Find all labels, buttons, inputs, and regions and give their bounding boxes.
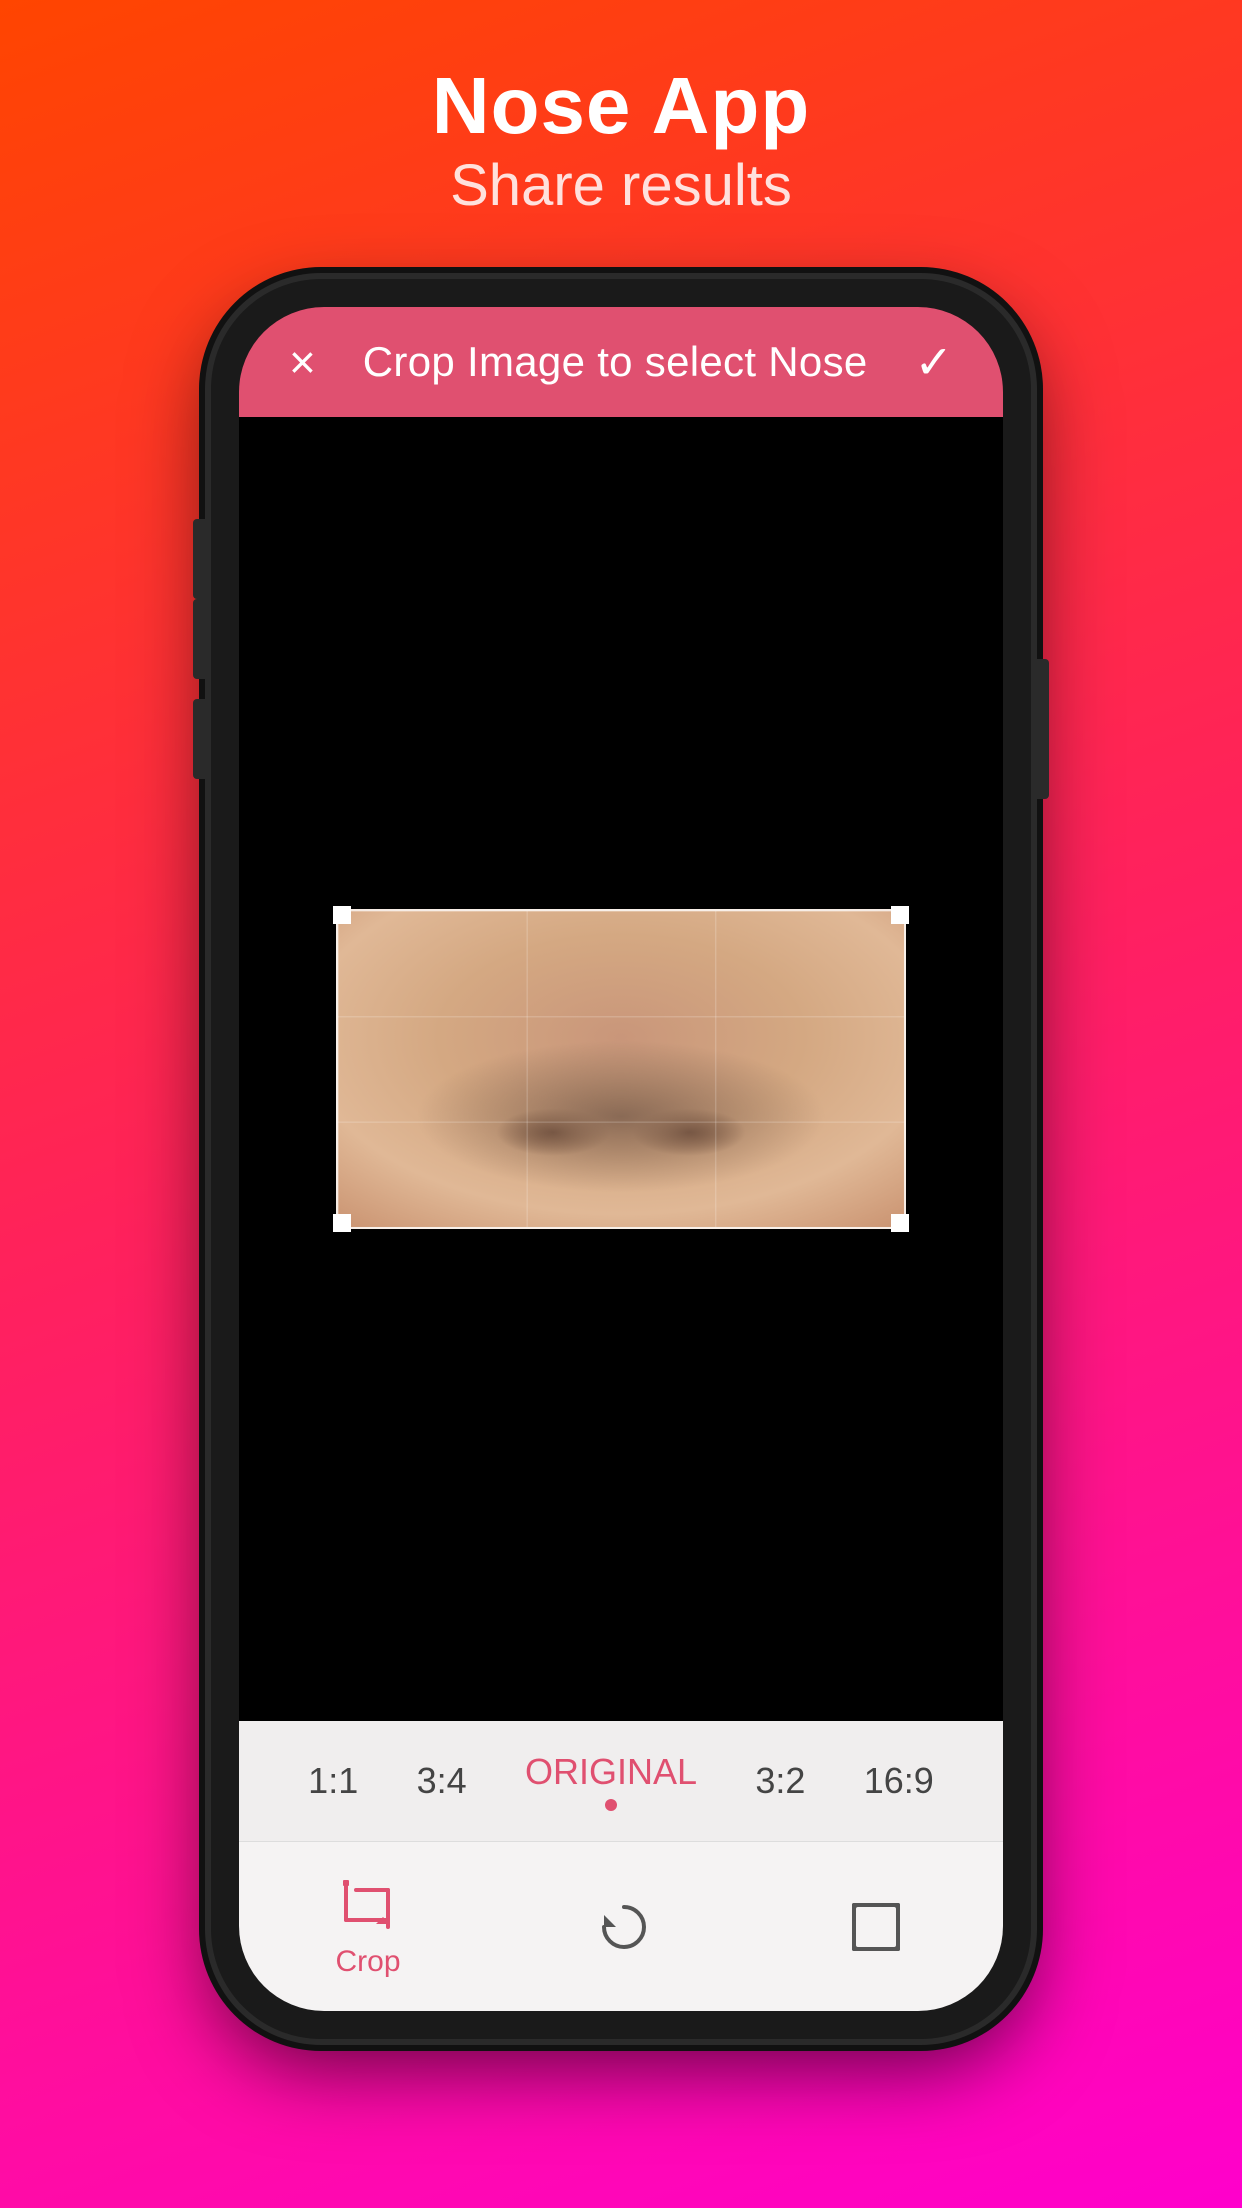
app-title: Nose App <box>432 60 810 152</box>
crop-tool-button[interactable]: Crop <box>335 1875 400 1979</box>
rotate-tool-icon <box>594 1897 654 1957</box>
crop-header-bar: × Crop Image to select Nose ✓ <box>239 307 1003 417</box>
ratio-option-3-2[interactable]: 3:2 <box>755 1760 805 1802</box>
crop-header-title: Crop Image to select Nose <box>363 338 868 386</box>
close-icon[interactable]: × <box>289 335 316 389</box>
nose-image <box>336 909 906 1229</box>
crop-grid-overlay <box>338 911 904 1227</box>
ratio-option-1-1[interactable]: 1:1 <box>308 1760 358 1802</box>
crop-image-container[interactable] <box>336 909 906 1229</box>
resize-tool-button[interactable] <box>846 1897 906 1957</box>
ratio-option-original[interactable]: ORIGINAL <box>525 1751 697 1811</box>
confirm-icon[interactable]: ✓ <box>914 335 953 389</box>
crop-handle-bottom-left[interactable] <box>333 1214 351 1232</box>
app-header: Nose App Share results <box>432 0 810 219</box>
ratio-selection-bar: 1:1 3:4 ORIGINAL 3:2 16:9 <box>239 1721 1003 1841</box>
ratio-active-indicator <box>605 1799 617 1811</box>
image-edit-area <box>239 417 1003 1721</box>
phone-mockup: × Crop Image to select Nose ✓ <box>211 279 1031 2039</box>
ratio-option-16-9[interactable]: 16:9 <box>864 1760 934 1802</box>
crop-handle-top-left[interactable] <box>333 906 351 924</box>
phone-body: × Crop Image to select Nose ✓ <box>211 279 1031 2039</box>
crop-handle-bottom-right[interactable] <box>891 1214 909 1232</box>
resize-tool-icon <box>846 1897 906 1957</box>
rotate-tool-button[interactable] <box>594 1897 654 1957</box>
crop-tool-icon <box>338 1875 398 1935</box>
crop-tool-label: Crop <box>335 1945 400 1979</box>
ratio-option-3-4[interactable]: 3:4 <box>417 1760 467 1802</box>
phone-screen: × Crop Image to select Nose ✓ <box>239 307 1003 2011</box>
crop-handle-top-right[interactable] <box>891 906 909 924</box>
app-subtitle: Share results <box>450 152 792 219</box>
bottom-toolbar: Crop <box>239 1841 1003 2011</box>
